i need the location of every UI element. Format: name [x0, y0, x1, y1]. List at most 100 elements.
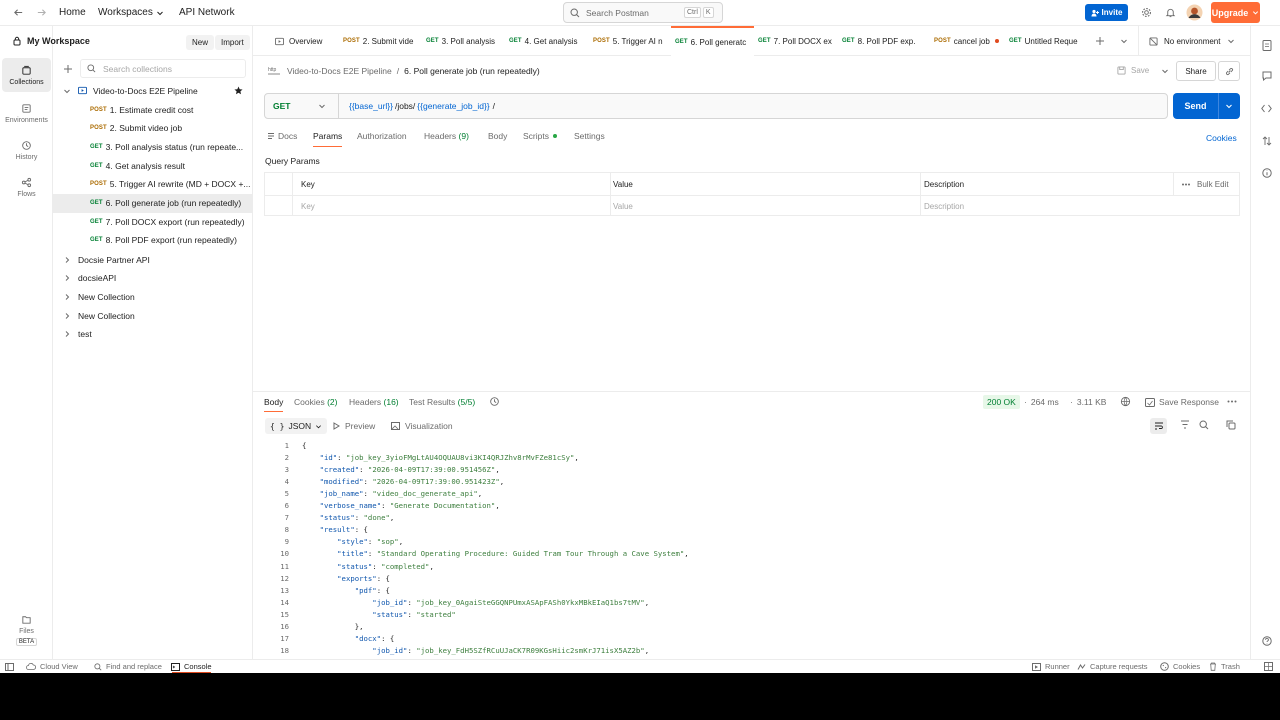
sidebar-request-row[interactable]: GET 3. Poll analysis status (run repeate.…: [53, 137, 252, 156]
visualization-button[interactable]: Visualization: [391, 421, 453, 431]
forward-arrow-icon[interactable]: [36, 7, 47, 18]
cookies-link[interactable]: Cookies: [1206, 133, 1237, 143]
request-tab[interactable]: GET 7. Poll DOCX ex: [754, 26, 838, 56]
gear-icon[interactable]: [1141, 7, 1152, 18]
tab-scripts[interactable]: Scripts: [523, 131, 557, 141]
nav-home[interactable]: Home: [59, 7, 86, 18]
related-collections-icon[interactable]: [1262, 136, 1272, 146]
wrap-lines-button[interactable]: [1150, 418, 1167, 434]
sidebar-collection-row[interactable]: New Collection: [53, 287, 252, 306]
environment-selector[interactable]: No environment: [1138, 26, 1243, 56]
response-tab-headers[interactable]: Headers (16): [349, 397, 399, 407]
rail-files[interactable]: Files BETA: [2, 610, 51, 650]
request-tab[interactable]: GET 6. Poll generatc: [671, 26, 754, 56]
cookies-button[interactable]: Cookies: [1160, 662, 1200, 671]
sidebar-request-row[interactable]: GET 6. Poll generate job (run repeatedly): [53, 193, 252, 213]
comments-icon[interactable]: [1262, 71, 1272, 81]
key-input[interactable]: Key: [293, 195, 611, 216]
search-icon[interactable]: [1199, 420, 1209, 430]
value-input[interactable]: Value: [611, 195, 921, 216]
rail-flows[interactable]: Flows: [2, 170, 51, 204]
request-tab[interactable]: GET 3. Poll analysis: [422, 26, 505, 56]
response-tab-body[interactable]: Body: [264, 397, 284, 412]
tab-settings[interactable]: Settings: [574, 131, 605, 141]
star-icon[interactable]: [234, 86, 243, 95]
sidebar-collection-row[interactable]: docsieAPI: [53, 269, 252, 288]
rail-environments[interactable]: Environments: [2, 96, 51, 130]
description-input[interactable]: Description: [921, 195, 1240, 216]
new-button[interactable]: New: [186, 35, 215, 50]
sidebar-collection-row[interactable]: test: [53, 325, 252, 344]
send-button[interactable]: Send: [1173, 93, 1240, 119]
tab-headers[interactable]: Headers (9): [424, 131, 469, 141]
workspace-name[interactable]: My Workspace: [27, 36, 90, 46]
tab-authorization[interactable]: Authorization: [357, 131, 407, 141]
sidebar-request-row[interactable]: POST 1. Estimate credit cost: [53, 100, 252, 119]
sidebar-request-row[interactable]: GET 7. Poll DOCX export (run repeatedly): [53, 212, 252, 231]
filter-icon[interactable]: [1180, 420, 1190, 429]
status-badge[interactable]: 200 OK: [983, 395, 1020, 409]
preview-button[interactable]: Preview: [333, 421, 375, 431]
response-history-icon[interactable]: [489, 396, 500, 407]
response-tab-tests[interactable]: Test Results (5/5): [409, 397, 475, 407]
sidebar-collection-row[interactable]: New Collection: [53, 306, 252, 325]
upgrade-button[interactable]: Upgrade: [1211, 2, 1260, 23]
request-tab[interactable]: POST cancel job: [930, 26, 1003, 56]
more-dots-icon[interactable]: [1227, 400, 1237, 403]
sidebar-toggle-icon[interactable]: [5, 663, 14, 671]
request-tab[interactable]: POST 5. Trigger AI n: [589, 26, 671, 56]
new-tab-plus-icon[interactable]: [1095, 36, 1105, 46]
sidebar-collection-row[interactable]: Docsie Partner API: [53, 250, 252, 269]
collection-search-input[interactable]: Search collections: [80, 59, 246, 78]
capture-requests-button[interactable]: Capture requests: [1077, 662, 1148, 671]
format-select[interactable]: { } JSON: [265, 418, 328, 434]
response-code-view[interactable]: 1 {2 "id": "job_key_3yioFMgLtAU4OQUAU8vi3…: [264, 438, 1230, 659]
plus-icon[interactable]: [63, 64, 73, 74]
share-button[interactable]: Share: [1176, 61, 1216, 81]
layout-toggle-icon[interactable]: [1264, 662, 1273, 671]
nav-workspaces[interactable]: Workspaces: [98, 7, 164, 18]
trash-button[interactable]: Trash: [1209, 662, 1240, 671]
info-icon[interactable]: [1262, 168, 1272, 178]
request-tab[interactable]: GET 4. Get analysis: [505, 26, 589, 56]
tabs-overflow-chevron-icon[interactable]: [1120, 37, 1128, 45]
chevron-down-icon[interactable]: [1225, 102, 1233, 110]
response-tab-cookies[interactable]: Cookies (2): [294, 397, 337, 407]
request-tab[interactable]: GET 8. Poll PDF exp.: [838, 26, 922, 56]
tab-params[interactable]: Params: [313, 131, 343, 147]
import-button[interactable]: Import: [215, 35, 250, 50]
rail-history[interactable]: History: [2, 133, 51, 167]
breadcrumb-current[interactable]: 6. Poll generate job (run repeatedly): [404, 66, 540, 76]
copy-link-button[interactable]: [1218, 61, 1240, 81]
sidebar-request-row[interactable]: POST 2. Submit video job: [53, 119, 252, 138]
breadcrumb-parent[interactable]: Video-to-Docs E2E Pipeline: [287, 66, 392, 76]
runner-button[interactable]: Runner: [1032, 662, 1070, 671]
save-button[interactable]: Save: [1117, 66, 1169, 75]
request-tab[interactable]: POST 2. Submit vide: [339, 26, 422, 56]
invite-button[interactable]: Invite: [1085, 4, 1128, 21]
request-tab[interactable]: Overview: [271, 26, 341, 56]
console-button[interactable]: Console: [171, 662, 212, 671]
global-search[interactable]: Search Postman Ctrl K: [563, 2, 723, 23]
sidebar-request-row[interactable]: POST 5. Trigger AI rewrite (MD + DOCX +..…: [53, 175, 252, 194]
copy-icon[interactable]: [1226, 420, 1236, 430]
rail-collections[interactable]: Collections: [2, 58, 51, 92]
sidebar-request-row[interactable]: GET 4. Get analysis result: [53, 156, 252, 175]
bulk-edit-button[interactable]: Bulk Edit: [1174, 173, 1240, 195]
docs-panel-icon[interactable]: [1262, 40, 1272, 51]
save-response-button[interactable]: Save Response: [1145, 397, 1219, 407]
sidebar-request-row[interactable]: GET 8. Poll PDF export (run repeatedly): [53, 231, 252, 250]
tab-docs[interactable]: Docs: [267, 131, 297, 141]
url-input[interactable]: {{base_url}} /jobs/ {{generate_job_id}} …: [349, 94, 495, 118]
nav-api-network[interactable]: API Network: [179, 7, 235, 18]
tab-body[interactable]: Body: [488, 131, 507, 141]
back-arrow-icon[interactable]: [13, 7, 24, 18]
code-icon[interactable]: [1261, 104, 1272, 113]
network-globe-icon[interactable]: [1120, 396, 1131, 407]
find-replace-button[interactable]: Find and replace: [94, 662, 162, 671]
method-select[interactable]: GET: [265, 94, 339, 118]
collection-row[interactable]: Video-to-Docs E2E Pipeline: [53, 81, 252, 100]
help-icon[interactable]: [1262, 636, 1272, 646]
bell-icon[interactable]: [1165, 7, 1176, 18]
cloud-view-button[interactable]: Cloud View: [26, 662, 78, 671]
